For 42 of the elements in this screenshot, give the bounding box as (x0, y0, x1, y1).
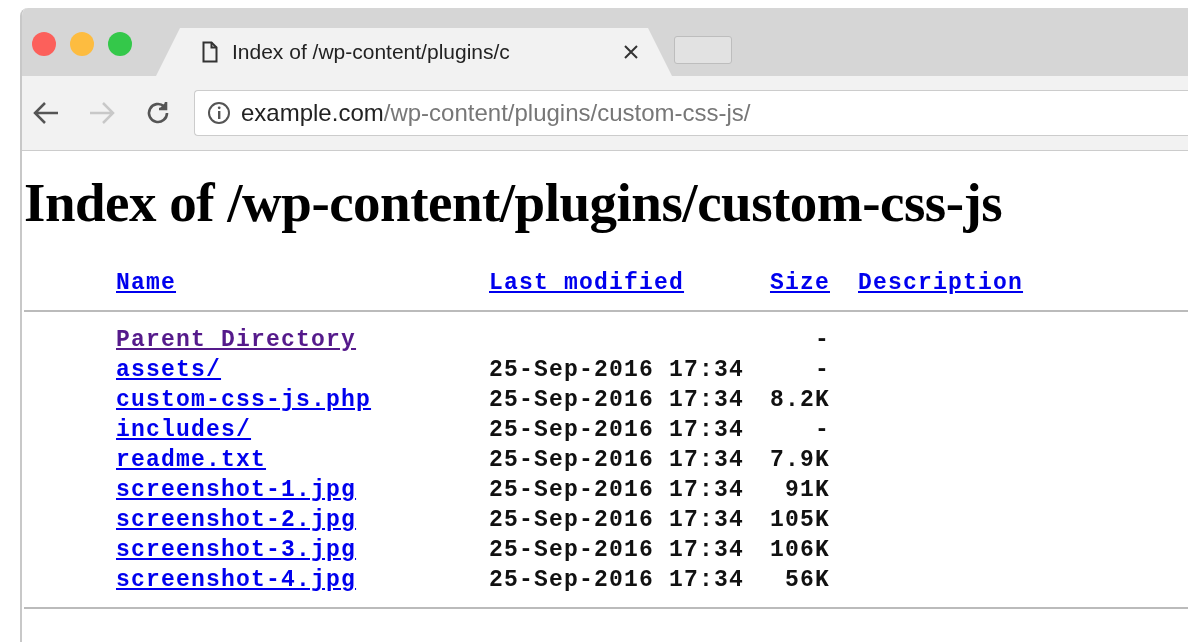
file-link[interactable]: screenshot-2.jpg (116, 505, 357, 535)
file-size: - (815, 356, 830, 385)
browser-tab[interactable]: Index of /wp-content/plugins/c (156, 28, 672, 76)
close-tab-icon[interactable] (624, 45, 638, 59)
modified-date: 25-Sep-2016 17:34 (489, 476, 745, 505)
modified-date: 25-Sep-2016 17:34 (489, 566, 745, 595)
modified-column-header[interactable]: Last modified (489, 268, 685, 298)
modified-date: 25-Sep-2016 17:34 (489, 446, 745, 475)
modified-date: 25-Sep-2016 17:34 (489, 416, 745, 445)
maximize-window-icon[interactable] (108, 32, 132, 56)
address-bar[interactable]: example.com/wp-content/plugins/custom-css-js/ (194, 90, 1188, 136)
file-link[interactable]: screenshot-3.jpg (116, 535, 357, 565)
file-link[interactable]: assets/ (116, 355, 222, 385)
modified-date: 25-Sep-2016 17:34 (489, 386, 745, 415)
file-size: 7.9K (770, 446, 830, 475)
modified-date: 25-Sep-2016 17:34 (489, 356, 745, 385)
modified-date: 25-Sep-2016 17:34 (489, 536, 745, 565)
tab-title: Index of /wp-content/plugins/c (232, 40, 511, 64)
page-heading: Index of /wp-content/plugins/custom-css-js (24, 171, 1003, 234)
file-link[interactable]: custom-css-js.php (116, 385, 372, 415)
file-link[interactable]: screenshot-1.jpg (116, 475, 357, 505)
file-size: 56K (785, 566, 830, 595)
file-size: 106K (770, 536, 830, 565)
info-icon[interactable] (207, 101, 231, 125)
page-icon (202, 41, 218, 63)
name-column-header[interactable]: Name (116, 268, 176, 298)
file-size: - (815, 416, 830, 445)
file-link[interactable]: screenshot-4.jpg (116, 565, 357, 595)
new-tab-button[interactable] (674, 36, 732, 64)
size-column-header[interactable]: Size (770, 268, 830, 298)
modified-date: 25-Sep-2016 17:34 (489, 506, 745, 535)
file-link[interactable]: Parent Directory (116, 325, 357, 355)
file-size: - (815, 326, 830, 355)
file-link[interactable]: includes/ (116, 415, 252, 445)
file-size: 105K (770, 506, 830, 535)
url-text[interactable]: example.com/wp-content/plugins/custom-css-js/ (241, 99, 751, 127)
file-size: 8.2K (770, 386, 830, 415)
close-window-icon[interactable] (32, 32, 56, 56)
file-size: 91K (785, 476, 830, 505)
description-column-header[interactable]: Description (830, 268, 1024, 298)
file-link[interactable]: readme.txt (116, 445, 267, 475)
minimize-window-icon[interactable] (70, 32, 94, 56)
